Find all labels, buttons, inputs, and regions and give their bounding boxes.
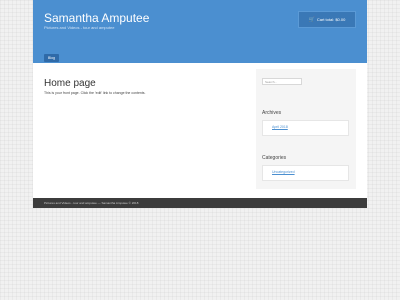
cart-total-label: Cart total: $0.00	[316, 17, 346, 22]
site-header: Samantha Amputee Pictures and Videos - t…	[33, 0, 367, 63]
categories-widget: Uncategorized	[262, 165, 349, 181]
page-wrapper: Samantha Amputee Pictures and Videos - t…	[33, 0, 367, 208]
page-title: Home page	[44, 77, 96, 89]
site-title[interactable]: Samantha Amputee	[44, 11, 149, 25]
main-content: Home page This is your front page. Click…	[33, 63, 367, 198]
main-navigation: Blog	[44, 46, 60, 64]
nav-item-blog[interactable]: Blog	[44, 54, 60, 62]
categories-widget-title: Categories	[262, 155, 287, 161]
search-input[interactable]: Search...	[262, 78, 302, 85]
cart-button[interactable]: 🛒 Cart total: $0.00	[298, 11, 356, 28]
sidebar: Search... Archives April 2018 Categories…	[256, 69, 356, 189]
page-body-text: This is your front page. Click the 'edit…	[44, 91, 146, 95]
footer-text: Pictures and Videos - tour and amputee —…	[44, 201, 139, 205]
site-footer: Pictures and Videos - tour and amputee —…	[33, 198, 367, 208]
site-description: Pictures and Videos - tour and amputee	[44, 25, 115, 30]
archives-widget-title: Archives	[262, 110, 282, 116]
archives-widget: April 2018	[262, 120, 349, 136]
category-link[interactable]: Uncategorized	[272, 170, 295, 174]
shopping-cart-icon: 🛒	[308, 16, 315, 23]
archive-link[interactable]: April 2018	[272, 125, 288, 129]
